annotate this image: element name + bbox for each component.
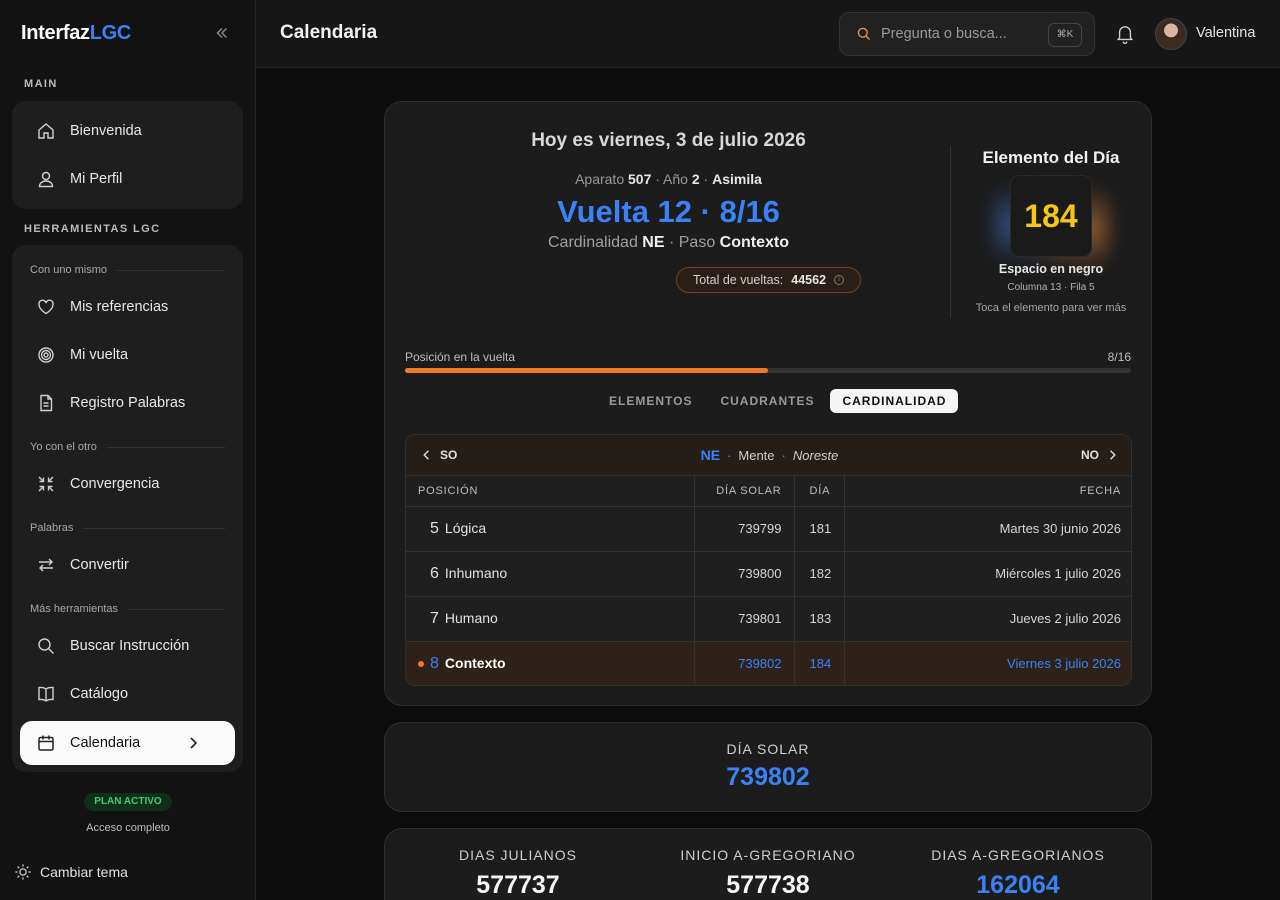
aparato-line: Aparato 507 · Año 2 · Asimila bbox=[575, 171, 762, 187]
search-input[interactable]: Pregunta o busca... ⌘K bbox=[839, 12, 1095, 56]
cardinal-table: SO NE · Mente · Noreste NO POSICIÓN DÍA SOLA… bbox=[405, 434, 1132, 686]
column-header: FECHA bbox=[844, 476, 1131, 507]
user-name[interactable]: Valentina bbox=[1196, 25, 1255, 41]
sidebar-item-convergencia[interactable]: Convergencia bbox=[20, 462, 235, 506]
document-icon bbox=[40, 394, 53, 412]
solar-day-label: DÍA SOLAR bbox=[726, 741, 810, 757]
nav-group-tools: Con uno mismo Mis referencias Mi vuelta … bbox=[12, 245, 243, 772]
current-indicator-dot bbox=[418, 661, 424, 668]
swap-icon bbox=[39, 558, 53, 572]
solar-day-card: DÍA SOLAR 739802 bbox=[384, 722, 1152, 812]
book-icon bbox=[38, 686, 54, 702]
stat-label-inicio-agregoriano: INICIO A-GREGORIANO bbox=[680, 847, 856, 863]
element-of-day-title: Elemento del Día bbox=[982, 148, 1120, 167]
progress-label: Posición en la vuelta bbox=[405, 350, 516, 364]
stat-value-inicio-agregoriano: 577738 bbox=[726, 871, 810, 899]
sidebar-item-convertir[interactable]: Convertir bbox=[20, 543, 235, 587]
progress-bar bbox=[405, 368, 1131, 373]
progress-value: 8/16 bbox=[1107, 350, 1131, 364]
sidebar: InterfazLGC MAIN Bienvenida Mi Perfil HE… bbox=[0, 0, 256, 900]
user-icon bbox=[38, 171, 54, 188]
table-row[interactable]: 5 Lógica 739799 181 Martes 30 junio 2026 bbox=[406, 506, 1131, 552]
collapse-sidebar-icon[interactable] bbox=[212, 24, 232, 44]
subhead-con-uno-mismo: Con uno mismo bbox=[30, 264, 225, 276]
sidebar-item-calendaria[interactable]: Calendaria bbox=[20, 721, 235, 765]
column-header: DÍA bbox=[794, 476, 845, 507]
chevron-right-icon bbox=[190, 737, 198, 749]
calendar-stats-card: DIAS JULIANOS 577737 INICIO A-GREGORIANO… bbox=[384, 828, 1152, 900]
table-row[interactable]: 7 Humano 739801 183 Jueves 2 julio 2026 bbox=[406, 596, 1131, 642]
heart-icon bbox=[38, 299, 54, 315]
vuelta-title: Vuelta 12 · 8/16 bbox=[557, 194, 780, 229]
stat-value-julianos: 577737 bbox=[476, 871, 560, 899]
info-icon: i bbox=[834, 275, 845, 285]
element-of-day-tile[interactable]: 184 bbox=[1011, 176, 1091, 256]
sidebar-item-label: Mi Perfil bbox=[70, 171, 123, 187]
search-icon bbox=[38, 638, 54, 654]
home-icon bbox=[38, 123, 54, 139]
progress-fill bbox=[405, 368, 768, 373]
stat-value-dias-agregorianos: 162064 bbox=[976, 871, 1060, 899]
cardinal-current: NE · Mente · Noreste bbox=[700, 447, 839, 463]
converge-icon bbox=[38, 476, 54, 492]
sidebar-item-buscar-instruccion[interactable]: Buscar Instrucción bbox=[20, 624, 235, 668]
brand-logo[interactable]: InterfazLGC bbox=[21, 22, 131, 45]
subhead-mas-herramientas: Más herramientas bbox=[30, 603, 225, 615]
page-title: Calendaria bbox=[280, 22, 378, 43]
element-name: Espacio en negro bbox=[998, 262, 1104, 276]
today-date: Hoy es viernes, 3 de julio 2026 bbox=[531, 130, 806, 151]
sidebar-item-label: Bienvenida bbox=[70, 123, 142, 139]
sidebar-item-registro-palabras[interactable]: Registro Palabras bbox=[20, 381, 235, 425]
topbar: Calendaria Pregunta o busca... ⌘K Valent… bbox=[256, 0, 1280, 68]
sidebar-item-catalogo[interactable]: Catálogo bbox=[20, 672, 235, 716]
positions-table: POSICIÓN DÍA SOLAR DÍA FECHA 5 Lógica 739… bbox=[406, 476, 1131, 685]
stat-label-dias-agregorianos: DIAS A-GREGORIANOS bbox=[931, 847, 1105, 863]
calendar-icon bbox=[38, 735, 54, 751]
next-cardinal-button[interactable]: NO bbox=[1081, 448, 1119, 462]
plan-status-badge: PLAN ACTIVO bbox=[84, 793, 172, 811]
search-placeholder: Pregunta o busca... bbox=[881, 26, 1007, 42]
plan-description: Acceso completo bbox=[86, 822, 170, 834]
tab-cardinalidad[interactable]: CARDINALIDAD bbox=[830, 389, 959, 413]
notifications-bell-icon[interactable] bbox=[1116, 24, 1134, 44]
stat-label-julianos: DIAS JULIANOS bbox=[458, 847, 578, 863]
subhead-yo-con-el-otro: Yo con el otro bbox=[30, 441, 225, 453]
sun-icon bbox=[15, 864, 31, 880]
cardinal-nav: SO NE · Mente · Noreste NO bbox=[406, 435, 1131, 476]
element-position: Columna 13 · Fila 5 bbox=[1007, 282, 1095, 293]
section-title-main: MAIN bbox=[24, 78, 58, 90]
search-icon bbox=[857, 27, 871, 41]
tab-cuadrantes[interactable]: CUADRANTES bbox=[708, 389, 826, 413]
table-row[interactable]: 6 Inhumano 739800 182 Miércoles 1 julio 2… bbox=[406, 551, 1131, 597]
section-title-tools: HERRAMIENTAS LGC bbox=[24, 223, 161, 235]
cardinalidad-line: Cardinalidad NE · Paso Contexto bbox=[548, 234, 789, 251]
sidebar-item-mi-perfil[interactable]: Mi Perfil bbox=[20, 157, 235, 201]
chevron-right-icon bbox=[1110, 450, 1116, 460]
element-hint: Toca el elemento para ver más bbox=[975, 302, 1127, 314]
nav-group-main: Bienvenida Mi Perfil bbox=[12, 101, 243, 209]
sidebar-item-bienvenida[interactable]: Bienvenida bbox=[20, 109, 235, 153]
sidebar-item-mis-referencias[interactable]: Mis referencias bbox=[20, 285, 235, 329]
view-tabs: ELEMENTOS CUADRANTES CARDINALIDAD bbox=[597, 389, 962, 413]
today-card: Hoy es viernes, 3 de julio 2026 Aparato … bbox=[384, 101, 1152, 706]
column-header: DÍA SOLAR bbox=[694, 476, 795, 507]
search-shortcut-badge: ⌘K bbox=[1048, 23, 1082, 47]
spiral-icon bbox=[38, 347, 54, 363]
solar-day-value: 739802 bbox=[726, 763, 810, 791]
user-avatar[interactable] bbox=[1155, 18, 1187, 50]
tab-elementos[interactable]: ELEMENTOS bbox=[597, 389, 704, 413]
table-row-current[interactable]: 8 Contexto 739802 184 Viernes 3 julio 202… bbox=[406, 641, 1131, 685]
total-vueltas-badge[interactable]: Total de vueltas: 44562 i bbox=[676, 267, 861, 293]
subhead-palabras: Palabras bbox=[30, 522, 225, 534]
theme-toggle-button[interactable]: Cambiar tema bbox=[14, 863, 128, 881]
column-header: POSICIÓN bbox=[406, 476, 695, 507]
sidebar-item-mi-vuelta[interactable]: Mi vuelta bbox=[20, 333, 235, 377]
